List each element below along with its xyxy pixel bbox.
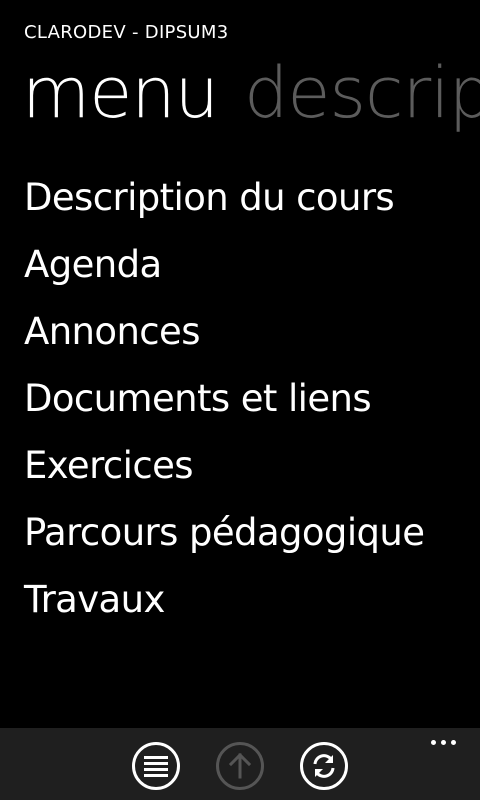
pivot-header: menu description [22, 48, 480, 138]
app-bar [0, 728, 480, 800]
menu-list: Description du cours Agenda Annonces Doc… [24, 164, 425, 633]
list-icon [144, 756, 168, 777]
up-button[interactable] [216, 742, 264, 790]
menu-item-annonces[interactable]: Annonces [24, 298, 424, 365]
arrow-up-icon [229, 753, 251, 779]
menu-item-description-du-cours[interactable]: Description du cours [24, 164, 424, 231]
tab-menu[interactable]: menu [22, 48, 219, 138]
refresh-button[interactable] [300, 742, 348, 790]
menu-item-travaux[interactable]: Travaux [24, 566, 424, 633]
menu-item-documents-et-liens[interactable]: Documents et liens [24, 365, 424, 432]
more-dots-icon[interactable] [431, 740, 456, 745]
app-title: CLARODEV - DIPSUM3 [24, 22, 229, 43]
refresh-icon [313, 754, 335, 778]
menu-item-parcours-pedagogique[interactable]: Parcours pédagogique [24, 499, 425, 566]
tab-description[interactable]: description [244, 48, 480, 138]
list-button[interactable] [132, 742, 180, 790]
menu-item-exercices[interactable]: Exercices [24, 432, 424, 499]
menu-item-agenda[interactable]: Agenda [24, 231, 424, 298]
